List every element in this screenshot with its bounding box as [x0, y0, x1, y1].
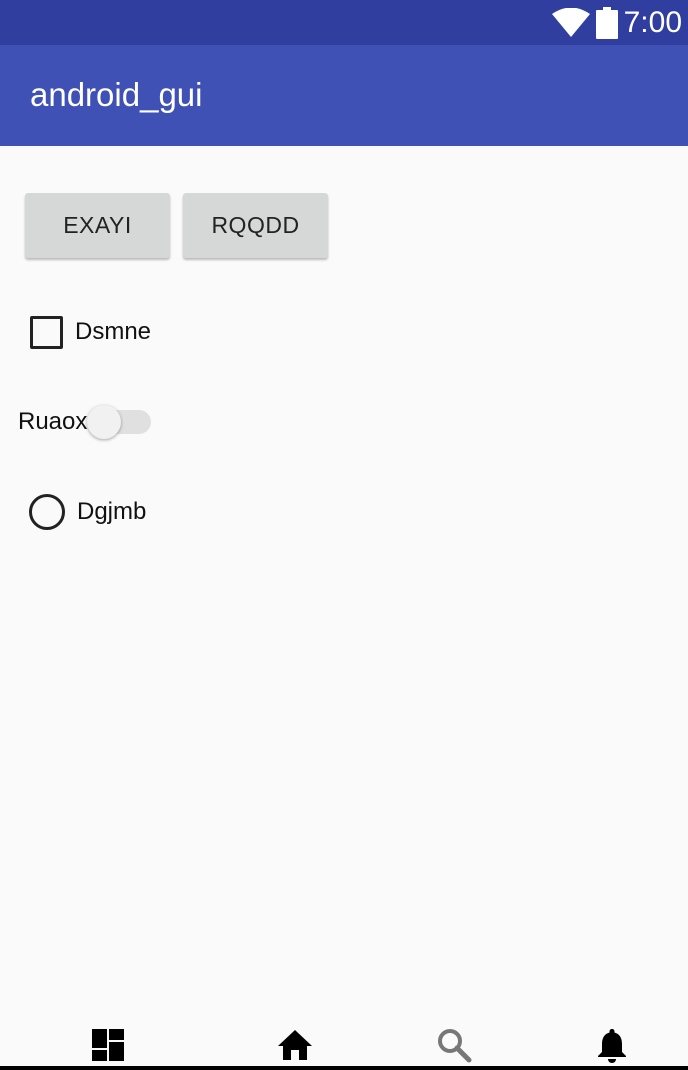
- nav-divider: [0, 1066, 688, 1070]
- dashboard-icon[interactable]: [90, 1027, 126, 1063]
- exayi-button[interactable]: EXAYI: [25, 193, 170, 258]
- battery-icon: [596, 7, 618, 39]
- checkbox-label: Dsmne: [75, 318, 152, 345]
- app-title: android_gui: [30, 76, 203, 113]
- search-icon[interactable]: [436, 1027, 472, 1063]
- home-icon[interactable]: [277, 1027, 313, 1063]
- rqqdd-button[interactable]: RQQDD: [183, 193, 328, 258]
- status-bar: 7:00: [0, 0, 688, 45]
- wifi-icon: [552, 8, 590, 37]
- switch-toggle[interactable]: [87, 402, 153, 442]
- switch-ruaox[interactable]: Ruaox: [18, 402, 153, 442]
- notifications-icon[interactable]: [594, 1027, 630, 1063]
- radio-dgjmb[interactable]: Dgjmb: [29, 493, 146, 531]
- status-time: 7:00: [623, 6, 682, 39]
- bottom-navigation: [0, 1015, 688, 1070]
- switch-label: Ruaox: [18, 408, 88, 435]
- app-bar: android_gui: [0, 45, 688, 146]
- checkbox-icon[interactable]: [30, 315, 63, 349]
- radio-icon[interactable]: [29, 494, 65, 530]
- checkbox-dsmne[interactable]: Dsmne: [30, 314, 151, 350]
- radio-label: Dgjmb: [77, 498, 147, 525]
